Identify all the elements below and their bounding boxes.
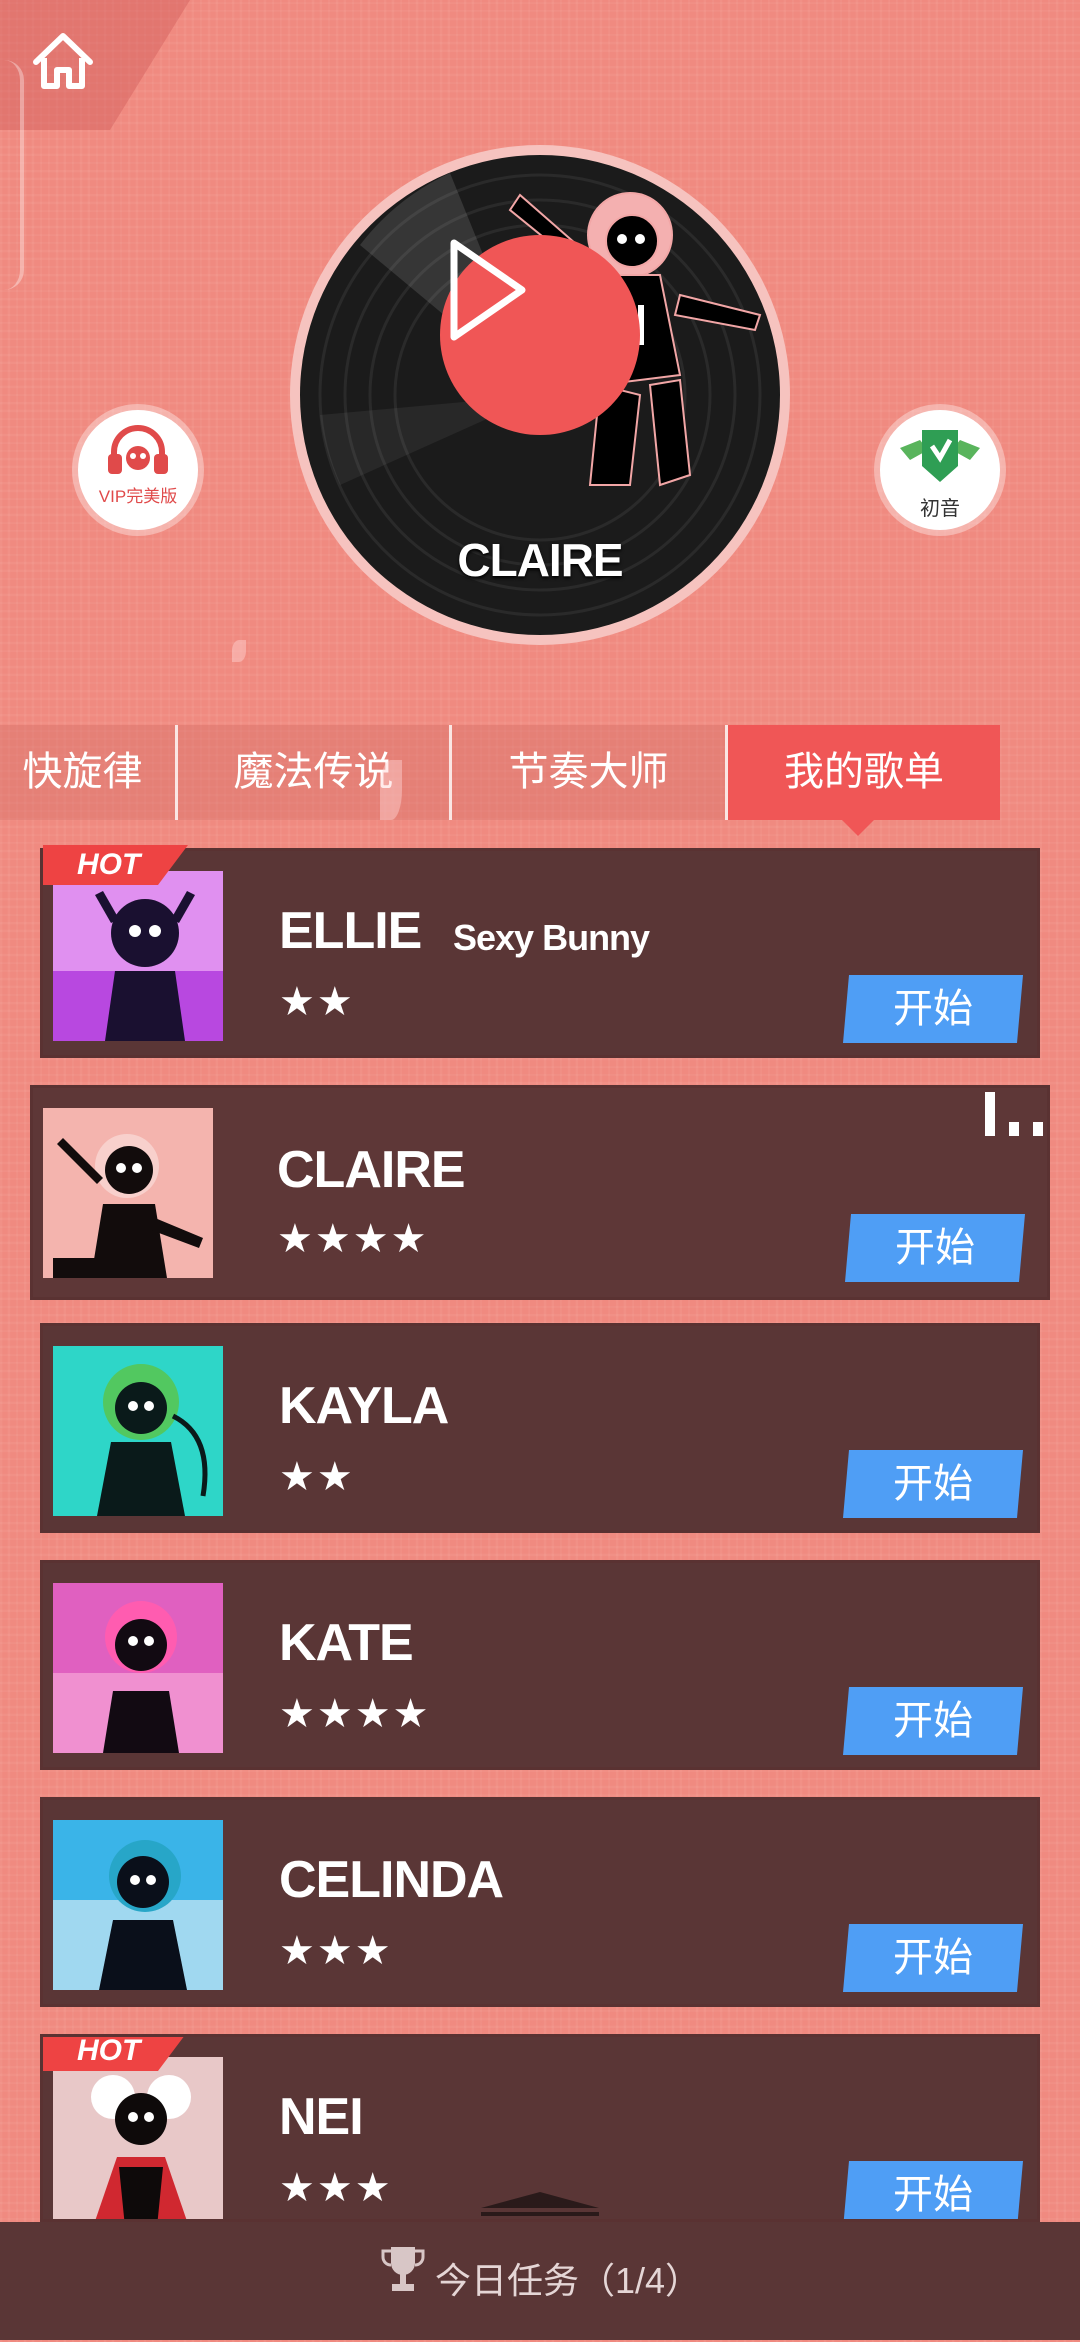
difficulty-stars: ★★★★ — [277, 1217, 429, 1261]
start-button[interactable]: 开始 — [845, 1214, 1025, 1282]
record-disc: CLAIRE — [290, 145, 790, 645]
song-card[interactable]: HOT ELLIE Sexy Bunny ★★ 开始 — [40, 845, 1040, 1058]
song-cover — [53, 1820, 223, 1990]
play-button[interactable] — [440, 235, 640, 435]
song-card-selected[interactable]: CLAIRE ★★★★ 开始 — [30, 1085, 1050, 1300]
category-tabs: 快旋律 魔法传说 节奏大师 我的歌单 — [0, 725, 1000, 820]
current-song-title: CLAIRE — [457, 534, 623, 586]
tab-kuai-xuanlv[interactable]: 快旋律 — [0, 725, 178, 820]
song-card[interactable]: KATE ★★★★ 开始 — [40, 1560, 1040, 1770]
difficulty-stars: ★★★★ — [279, 1692, 431, 1736]
home-icon — [33, 33, 93, 89]
song-cover — [53, 871, 223, 1041]
song-cover — [43, 1108, 213, 1278]
petal-decoration — [380, 760, 402, 820]
tab-mofa-chuanshuo[interactable]: 魔法传说 — [178, 725, 452, 820]
trophy-icon — [379, 2224, 427, 2342]
expand-panel-handle[interactable] — [475, 2182, 605, 2222]
daily-tasks-bar[interactable]: 今日任务（1/4） — [0, 2222, 1080, 2340]
miku-button[interactable]: 初音 — [880, 410, 1000, 530]
petal-decoration — [232, 640, 246, 662]
start-button[interactable]: 开始 — [843, 1687, 1023, 1755]
chevron-up-icon — [481, 2192, 599, 2216]
play-icon — [450, 239, 526, 341]
headphones-icon — [108, 425, 168, 474]
song-cover — [53, 2057, 223, 2219]
song-name: KATE — [279, 1614, 414, 1672]
difficulty-stars: ★★ — [279, 980, 355, 1024]
difficulty-stars: ★★★ — [279, 2166, 393, 2210]
home-button[interactable] — [28, 26, 98, 96]
tab-my-playlist[interactable]: 我的歌单 — [728, 725, 1000, 820]
side-drawer-handle[interactable] — [0, 60, 24, 290]
song-name: ELLIE — [279, 902, 422, 960]
start-button[interactable]: 开始 — [843, 2161, 1023, 2222]
song-cover — [53, 1346, 223, 1516]
vip-label: VIP完美版 — [98, 487, 178, 506]
song-name: CLAIRE — [277, 1141, 466, 1199]
tab-jiezou-dashi[interactable]: 节奏大师 — [452, 725, 728, 820]
start-button[interactable]: 开始 — [843, 975, 1023, 1043]
difficulty-stars: ★★ — [279, 1455, 355, 1499]
song-name: NEI — [279, 2088, 364, 2146]
daily-tasks-label: 今日任务（1/4） — [434, 2260, 702, 2301]
miku-emblem-icon — [900, 430, 980, 482]
miku-label: 初音 — [920, 498, 960, 520]
start-button[interactable]: 开始 — [843, 1450, 1023, 1518]
active-tab-pointer — [840, 818, 876, 836]
sound-bars-icon — [985, 1092, 1057, 1136]
start-button[interactable]: 开始 — [843, 1924, 1023, 1992]
song-card[interactable]: KAYLA ★★ 开始 — [40, 1323, 1040, 1533]
song-name: KAYLA — [279, 1377, 449, 1435]
difficulty-stars: ★★★ — [279, 1929, 393, 1973]
song-name: CELINDA — [279, 1851, 504, 1909]
song-cover — [53, 1583, 223, 1753]
song-card[interactable]: CELINDA ★★★ 开始 — [40, 1797, 1040, 2007]
vip-button[interactable]: VIP完美版 — [78, 410, 198, 530]
song-subtitle: Sexy Bunny — [453, 917, 650, 958]
